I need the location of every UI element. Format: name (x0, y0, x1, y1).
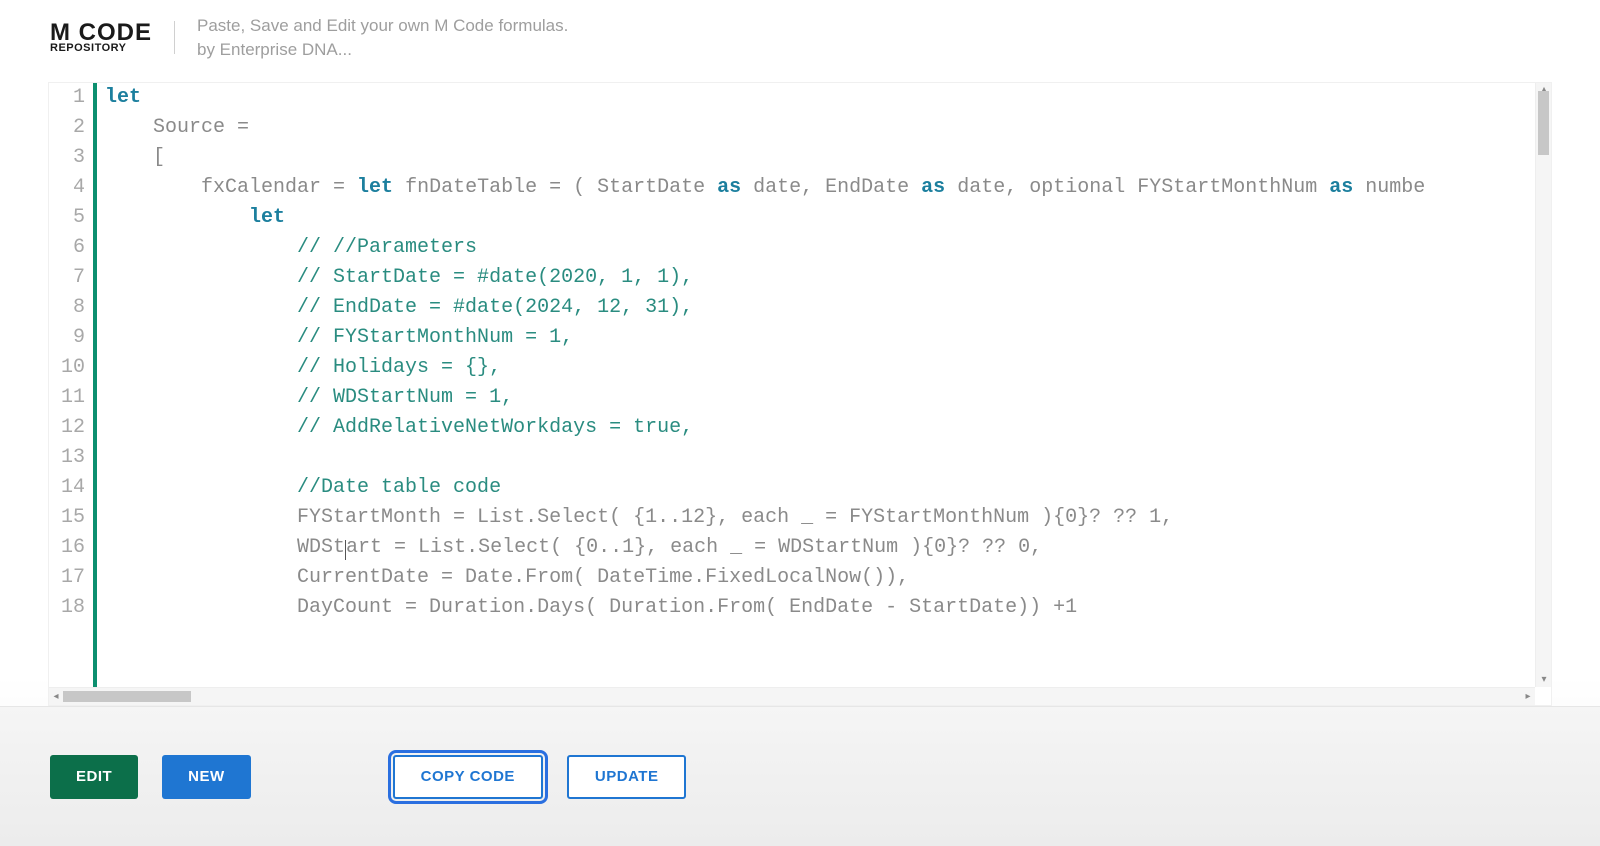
code-line[interactable]: [ (105, 143, 1551, 173)
line-number: 12 (49, 413, 85, 443)
line-number: 3 (49, 143, 85, 173)
action-toolbar: EDIT NEW COPY CODE UPDATE (0, 706, 1600, 846)
line-number: 9 (49, 323, 85, 353)
tagline-line1: Paste, Save and Edit your own M Code for… (197, 14, 568, 38)
code-line[interactable]: WDStart = List.Select( {0..1}, each _ = … (105, 533, 1551, 563)
code-editor[interactable]: 123456789101112131415161718 let Source =… (48, 82, 1552, 706)
update-button[interactable]: UPDATE (567, 755, 687, 799)
scroll-down-icon[interactable]: ▾ (1537, 673, 1551, 687)
line-number: 11 (49, 383, 85, 413)
code-line[interactable]: // StartDate = #date(2020, 1, 1), (105, 263, 1551, 293)
scroll-left-icon[interactable]: ◂ (49, 690, 63, 704)
app-logo: M CODE REPOSITORY (50, 21, 175, 54)
code-line[interactable]: // WDStartNum = 1, (105, 383, 1551, 413)
app-tagline: Paste, Save and Edit your own M Code for… (197, 14, 568, 62)
code-line[interactable]: CurrentDate = Date.From( DateTime.FixedL… (105, 563, 1551, 593)
copy-code-button[interactable]: COPY CODE (393, 755, 543, 799)
code-line[interactable]: DayCount = Duration.Days( Duration.From(… (105, 593, 1551, 623)
line-number: 4 (49, 173, 85, 203)
code-line[interactable]: fxCalendar = let fnDateTable = ( StartDa… (105, 173, 1551, 203)
line-number: 14 (49, 473, 85, 503)
horizontal-scroll-thumb[interactable] (63, 691, 191, 702)
code-line[interactable]: let (105, 83, 1551, 113)
horizontal-scrollbar[interactable]: ◂ ▸ (49, 687, 1535, 705)
code-line[interactable]: FYStartMonth = List.Select( {1..12}, eac… (105, 503, 1551, 533)
line-number: 17 (49, 563, 85, 593)
new-button[interactable]: NEW (162, 755, 251, 799)
code-line[interactable]: // EndDate = #date(2024, 12, 31), (105, 293, 1551, 323)
code-line[interactable]: // Holidays = {}, (105, 353, 1551, 383)
code-line[interactable]: // AddRelativeNetWorkdays = true, (105, 413, 1551, 443)
edit-button[interactable]: EDIT (50, 755, 138, 799)
vertical-scrollbar[interactable]: ▴ ▾ (1535, 83, 1551, 687)
code-line[interactable]: // //Parameters (105, 233, 1551, 263)
line-number: 15 (49, 503, 85, 533)
code-line[interactable]: Source = (105, 113, 1551, 143)
line-number: 8 (49, 293, 85, 323)
line-number: 6 (49, 233, 85, 263)
code-line[interactable]: // FYStartMonthNum = 1, (105, 323, 1551, 353)
line-number: 16 (49, 533, 85, 563)
code-line[interactable]: let (105, 203, 1551, 233)
tagline-line2: by Enterprise DNA... (197, 38, 568, 62)
line-number: 7 (49, 263, 85, 293)
line-number-gutter: 123456789101112131415161718 (49, 83, 93, 705)
vertical-scroll-thumb[interactable] (1538, 91, 1549, 155)
text-caret (345, 540, 346, 560)
code-line[interactable] (105, 443, 1551, 473)
line-number: 2 (49, 113, 85, 143)
line-number: 18 (49, 593, 85, 623)
code-line[interactable]: //Date table code (105, 473, 1551, 503)
line-number: 5 (49, 203, 85, 233)
logo-subtitle: REPOSITORY (50, 43, 152, 54)
app-header: M CODE REPOSITORY Paste, Save and Edit y… (0, 0, 1600, 72)
line-number: 10 (49, 353, 85, 383)
line-number: 1 (49, 83, 85, 113)
scroll-right-icon[interactable]: ▸ (1521, 690, 1535, 704)
code-content[interactable]: let Source = [ fxCalendar = let fnDateTa… (97, 83, 1551, 705)
line-number: 13 (49, 443, 85, 473)
